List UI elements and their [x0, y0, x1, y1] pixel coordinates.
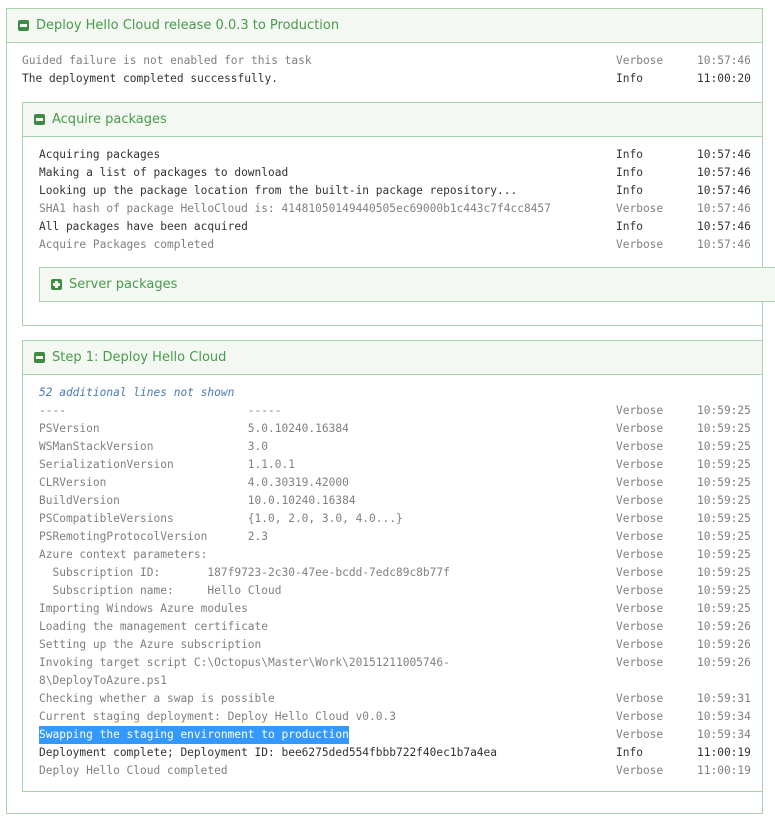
log-level: Verbose: [616, 710, 664, 723]
log-message: Swapping the staging environment to prod…: [39, 726, 349, 744]
collapse-minus-icon[interactable]: [34, 114, 45, 125]
log-timestamp: 10:59:31: [697, 692, 751, 705]
log-message: BuildVersion 10.0.10240.16384: [39, 494, 356, 507]
log-message: SerializationVersion 1.1.0.1: [39, 458, 295, 471]
log-timestamp: 10:59:25: [697, 512, 751, 525]
log-timestamp: 10:59:25: [697, 494, 751, 507]
log-timestamp: 10:57:46: [697, 54, 751, 67]
log-level: Verbose: [616, 548, 664, 561]
log-message: Acquiring packages: [39, 148, 161, 161]
log-message: SHA1 hash of package HelloCloud is: 4148…: [39, 202, 551, 215]
log-level: Verbose: [616, 54, 664, 67]
log-level: Info: [616, 72, 643, 85]
log-timestamp: 10:57:46: [697, 148, 751, 161]
log-level: Verbose: [616, 728, 664, 741]
log-message: Subscription name: Hello Cloud: [39, 584, 282, 597]
log-message: 8\DeployToAzure.ps1: [39, 674, 167, 687]
log-message: Deployment complete; Deployment ID: bee6…: [39, 746, 498, 759]
log-level: Verbose: [616, 656, 664, 669]
log-level: Verbose: [616, 494, 664, 507]
log-message: WSManStackVersion 3.0: [39, 440, 269, 453]
log-message: PSRemotingProtocolVersion 2.3: [39, 530, 269, 543]
log-timestamp: 10:59:26: [697, 656, 751, 669]
log-message: Looking up the package location from the…: [39, 184, 518, 197]
log-level: Verbose: [616, 764, 664, 777]
server-packages-title: Server packages: [69, 277, 178, 292]
log-level: Verbose: [616, 238, 664, 251]
log-timestamp: 10:59:25: [697, 530, 751, 543]
log-level: Verbose: [616, 692, 664, 705]
server-packages-panel-header[interactable]: Server packages: [40, 268, 775, 301]
log-level: Verbose: [616, 440, 664, 453]
deploy-release-title: Deploy Hello Cloud release 0.0.3 to Prod…: [36, 18, 340, 33]
log-timestamp: 10:59:25: [697, 422, 751, 435]
log-message: Importing Windows Azure modules: [39, 602, 248, 615]
log-timestamp: 10:57:46: [697, 202, 751, 215]
log-timestamp: 10:59:25: [697, 584, 751, 597]
log-message: Guided failure is not enabled for this t…: [22, 54, 312, 67]
log-level: Verbose: [616, 638, 664, 651]
step1-deploy-panel-header[interactable]: Step 1: Deploy Hello Cloud: [23, 341, 762, 375]
log-timestamp: 10:59:26: [697, 638, 751, 651]
log-message: Azure context parameters:: [39, 548, 208, 561]
log-message: Invoking target script C:\Octopus\Master…: [39, 656, 450, 669]
log-message: Checking whether a swap is possible: [39, 692, 275, 705]
expand-plus-icon[interactable]: [51, 279, 62, 290]
log-message: Subscription ID: 187f9723-2c30-47ee-bcdd…: [39, 566, 450, 579]
log-timestamp: 10:59:25: [697, 404, 751, 417]
log-message: All packages have been acquired: [39, 220, 248, 233]
log-timestamp: 10:59:34: [697, 728, 751, 741]
log-level: Verbose: [616, 202, 664, 215]
log-level: Info: [616, 148, 643, 161]
log-timestamp: 10:57:46: [697, 184, 751, 197]
collapse-minus-icon[interactable]: [18, 20, 29, 31]
log-timestamp: 10:57:46: [697, 166, 751, 179]
log-level: Info: [616, 220, 643, 233]
log-timestamp: 10:59:34: [697, 710, 751, 723]
log-timestamp: 11:00:20: [697, 72, 751, 85]
log-timestamp: 10:59:25: [697, 476, 751, 489]
log-level: Verbose: [616, 602, 664, 615]
log-level: Verbose: [616, 404, 664, 417]
log-message: ---- -----: [39, 404, 282, 417]
log-timestamp: 10:57:46: [697, 220, 751, 233]
log-message: PSVersion 5.0.10240.16384: [39, 422, 349, 435]
log-level: Info: [616, 184, 643, 197]
log-message: PSCompatibleVersions {1.0, 2.0, 3.0, 4.0…: [39, 512, 403, 525]
log-message: Setting up the Azure subscription: [39, 638, 262, 651]
collapse-minus-icon[interactable]: [34, 352, 45, 363]
log-timestamp: 10:57:46: [697, 238, 751, 251]
acquire-packages-title: Acquire packages: [52, 112, 167, 127]
step1-deploy-title: Step 1: Deploy Hello Cloud: [52, 350, 227, 365]
log-message: Deploy Hello Cloud completed: [39, 764, 228, 777]
log-timestamp: 10:59:26: [697, 620, 751, 633]
log-timestamp: 11:00:19: [697, 746, 751, 759]
log-level: Verbose: [616, 530, 664, 543]
log-message: Acquire Packages completed: [39, 238, 215, 251]
log-level: Verbose: [616, 458, 664, 471]
log-timestamp: 11:00:19: [697, 764, 751, 777]
log-message: Loading the management certificate: [39, 620, 269, 633]
log-level: Verbose: [616, 476, 664, 489]
additional-lines-link[interactable]: 52 additional lines not shown: [39, 384, 234, 402]
log-message: The deployment completed successfully.: [22, 72, 278, 85]
log-level: Verbose: [616, 566, 664, 579]
log-timestamp: 10:59:25: [697, 548, 751, 561]
log-timestamp: 10:59:25: [697, 440, 751, 453]
log-level: Verbose: [616, 584, 664, 597]
log-message: Current staging deployment: Deploy Hello…: [39, 710, 396, 723]
log-level: Info: [616, 746, 643, 759]
log-level: Verbose: [616, 422, 664, 435]
log-level: Info: [616, 166, 643, 179]
log-message: CLRVersion 4.0.30319.42000: [39, 476, 349, 489]
server-packages-panel: Server packages: [39, 267, 775, 302]
deploy-release-panel-header[interactable]: Deploy Hello Cloud release 0.0.3 to Prod…: [7, 9, 762, 43]
log-timestamp: 10:59:25: [697, 458, 751, 471]
log-message: Making a list of packages to download: [39, 166, 289, 179]
acquire-packages-panel-header[interactable]: Acquire packages: [23, 103, 762, 137]
log-timestamp: 10:59:25: [697, 566, 751, 579]
log-level: Verbose: [616, 620, 664, 633]
log-level: Verbose: [616, 512, 664, 525]
log-timestamp: 10:59:25: [697, 602, 751, 615]
